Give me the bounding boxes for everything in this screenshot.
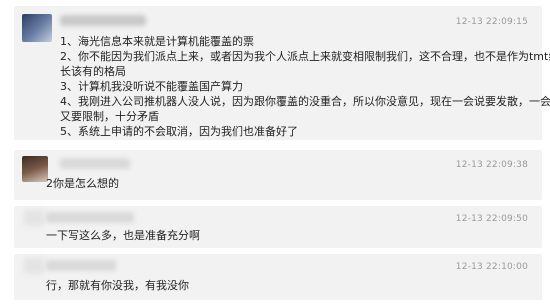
avatar[interactable] bbox=[22, 14, 52, 42]
redacted-sender-name bbox=[60, 15, 146, 26]
redacted-sender-name bbox=[46, 260, 116, 271]
message-timestamp: 12-13 22:09:38 bbox=[455, 160, 528, 170]
message-item[interactable]: 12-13 22:10:00 行，那就有你没我，有我没你 bbox=[14, 254, 542, 300]
message-text: 1、海光信息本来就是计算机能覆盖的票 2、你不能因为我们派点上来，或者因为我个人… bbox=[60, 34, 550, 139]
message-timestamp: 12-13 22:09:15 bbox=[455, 17, 528, 27]
message-text: 行，那就有你没我，有我没你 bbox=[46, 279, 189, 292]
message-line: 长该有的格局 bbox=[60, 65, 126, 78]
message-timestamp: 12-13 22:09:50 bbox=[455, 214, 528, 224]
message-text: 2你是怎么想的 bbox=[46, 177, 119, 190]
message-item[interactable]: 12-13 22:09:15 1、海光信息本来就是计算机能覆盖的票 2、你不能因… bbox=[14, 6, 550, 140]
redacted-sender-name bbox=[60, 158, 130, 169]
message-line: 1、海光信息本来就是计算机能覆盖的票 bbox=[60, 35, 254, 48]
message-item[interactable]: 12-13 22:09:50 一下写这么多，也是准备充分啊 bbox=[14, 206, 542, 248]
message-timestamp: 12-13 22:10:00 bbox=[455, 262, 528, 272]
message-text: 一下写这么多，也是准备充分啊 bbox=[46, 229, 200, 242]
avatar[interactable] bbox=[22, 156, 48, 182]
message-line: 4、我刚进入公司推机器人没人说，因为跟你覆盖的没重合，所以你没意见，现在一会说要… bbox=[60, 95, 550, 108]
message-line: 5、系统上申请的不会取消，因为我们也准备好了 bbox=[60, 125, 298, 138]
message-item[interactable]: 12-13 22:09:38 2你是怎么想的 bbox=[14, 150, 542, 200]
chat-feed: 12-13 22:09:15 1、海光信息本来就是计算机能覆盖的票 2、你不能因… bbox=[0, 0, 550, 305]
redacted-avatar bbox=[24, 258, 44, 274]
message-line: 又要限制，十分矛盾 bbox=[60, 110, 159, 123]
redacted-sender-name bbox=[46, 212, 134, 223]
redacted-avatar bbox=[24, 210, 44, 226]
message-line: 2、你不能因为我们派点上来，或者因为我个人派点上来就变相限制我们，这不合理，也不… bbox=[60, 50, 550, 63]
message-line: 3、计算机我没听说不能覆盖国产算力 bbox=[60, 80, 243, 93]
